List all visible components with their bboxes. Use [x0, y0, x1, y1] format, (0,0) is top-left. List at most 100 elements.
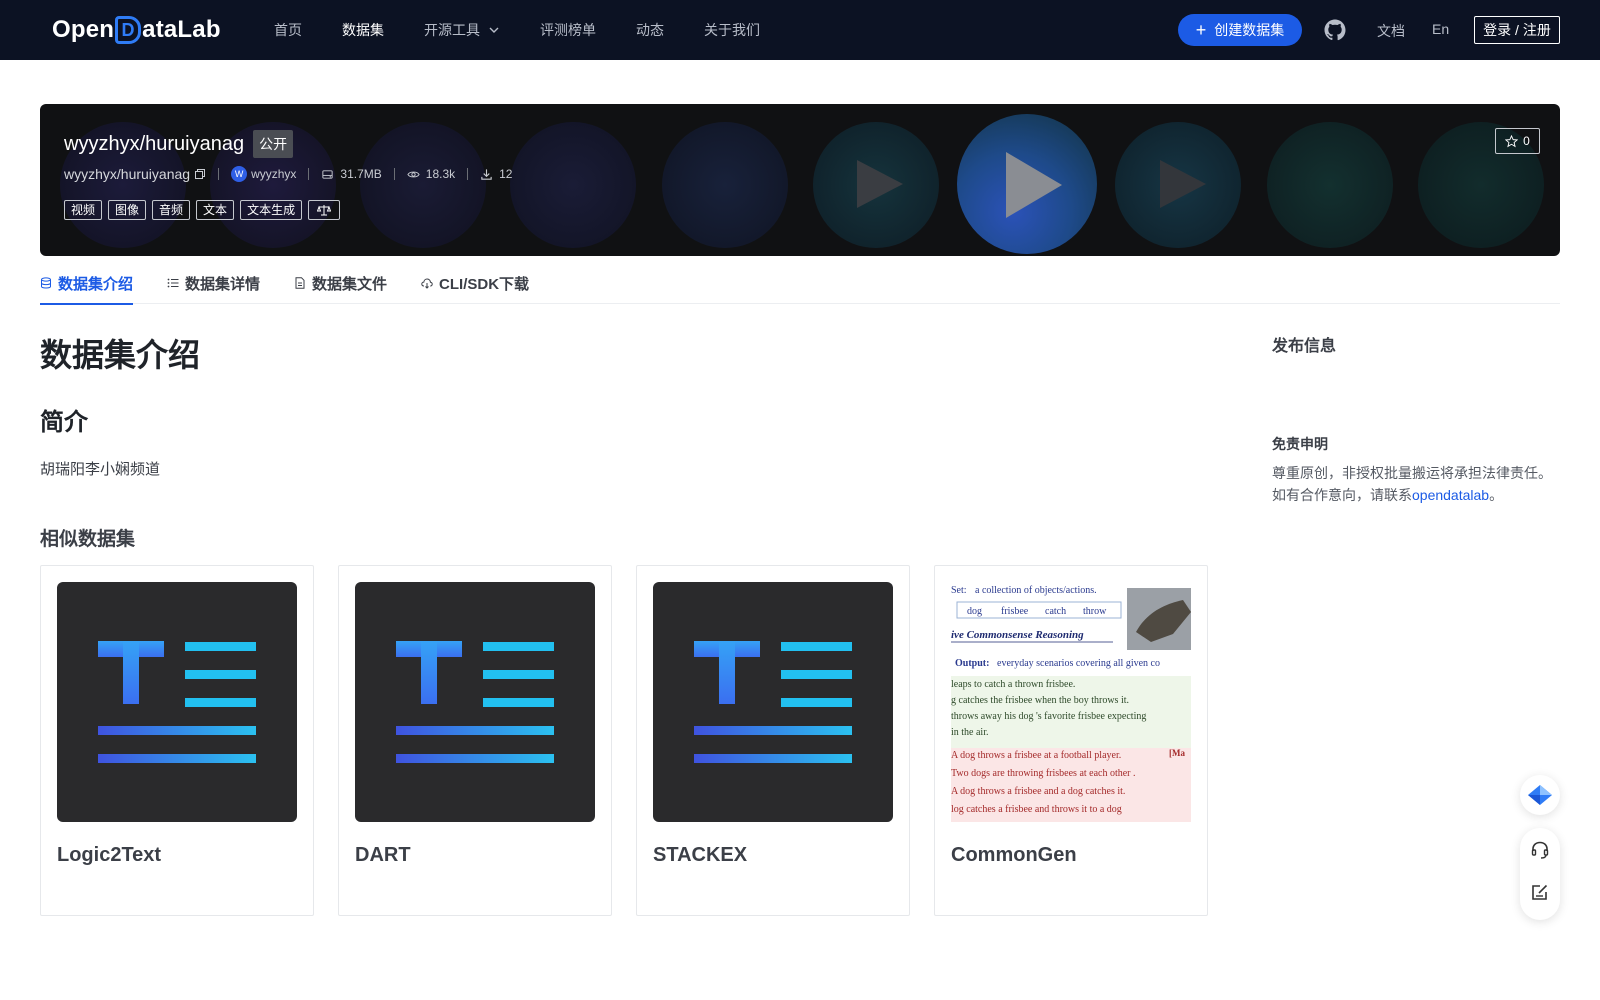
nav-link-datasets[interactable]: 数据集 — [342, 20, 384, 40]
dataset-owner[interactable]: W wyyzhyx — [231, 166, 296, 182]
avatar: W — [231, 166, 248, 182]
play-icon — [857, 160, 903, 208]
create-dataset-button[interactable]: + 创建数据集 — [1178, 14, 1302, 46]
dataset-tags: 视频 图像 音频 文本 文本生成 — [64, 200, 346, 220]
logo-text-open: Open — [52, 16, 115, 43]
meta-divider — [218, 168, 220, 180]
nav-link-leaderboard[interactable]: 评测榜单 — [540, 20, 596, 40]
cg-good-line: g catches the frisbee when the boy throw… — [951, 695, 1129, 706]
tab-details[interactable]: 数据集详情 — [167, 262, 260, 304]
dataset-meta: wyyzhyx/huruiyanag W wyyzhyx 31.7MB 18.3… — [64, 166, 512, 182]
disclaimer-title: 免责申明 — [1272, 436, 1328, 452]
text-dataset-thumbnail — [57, 582, 297, 822]
download-icon — [481, 168, 492, 180]
similar-dataset-name: DART — [355, 844, 411, 866]
similar-dataset-card[interactable]: DART — [338, 565, 612, 916]
dataset-banner: wyyzhyx/huruiyanag 公开 wyyzhyx/huruiyanag… — [40, 104, 1560, 256]
license-tag[interactable] — [308, 200, 341, 220]
cg-good-line: throws away his dog 's favorite frisbee … — [951, 711, 1146, 722]
meta-divider — [467, 168, 469, 180]
text-dataset-icon — [98, 641, 256, 763]
disclaimer-text: 尊重原创，非授权批量搬运将承担法律责任。 如有合作意向，请联系opendatal… — [1272, 462, 1562, 506]
banner-decor-bubble — [662, 122, 788, 248]
dataset-title: wyyzhyx/huruiyanag — [64, 132, 245, 155]
assistant-diamond-icon — [1528, 785, 1552, 805]
dataset-description: 胡瑞阳李小娴频道 — [40, 461, 161, 478]
cg-good-line: leaps to catch a thrown frisbee. — [951, 679, 1075, 690]
banner-decor-bubble — [510, 122, 636, 248]
list-icon — [167, 278, 179, 288]
similar-dataset-name: STACKEX — [653, 844, 748, 866]
login-register-button[interactable]: 登录 / 注册 — [1474, 16, 1560, 44]
star-button[interactable]: 0 — [1495, 128, 1540, 154]
nav-link-news[interactable]: 动态 — [636, 20, 664, 40]
cg-line1-label: Set: — [951, 585, 967, 596]
dataset-views: 18.3k — [407, 167, 455, 181]
nav-link-label: 评测榜单 — [540, 22, 596, 38]
copy-icon[interactable] — [194, 168, 206, 180]
floating-assistant-button[interactable] — [1520, 775, 1560, 815]
file-icon — [295, 277, 305, 289]
nav-link-tools[interactable]: 开源工具 — [424, 20, 500, 40]
cg-chip: catch — [1045, 606, 1066, 617]
similar-dataset-name: CommonGen — [951, 844, 1077, 866]
tag-audio[interactable]: 音频 — [152, 200, 191, 220]
cg-output-label: Output: — [955, 658, 989, 669]
floating-tool-group — [1520, 828, 1560, 920]
star-count: 0 — [1523, 134, 1530, 148]
cg-bad-line: A dog throws a frisbee and a dog catches… — [951, 786, 1125, 797]
meta-divider — [308, 168, 310, 180]
views-value: 18.3k — [425, 167, 456, 181]
tag-text-generation[interactable]: 文本生成 — [240, 200, 303, 220]
create-dataset-label: 创建数据集 — [1214, 22, 1285, 38]
nav-link-label: 动态 — [636, 22, 664, 38]
language-switch[interactable]: En — [1432, 21, 1449, 37]
top-nav: Open D ataLab 首页 数据集 开源工具 评测榜单 动态 关于我们 +… — [0, 0, 1600, 60]
tab-cli-sdk[interactable]: CLI/SDK下载 — [421, 262, 529, 304]
logo-text-datalab: ataLab — [142, 16, 221, 43]
release-info-title: 发布信息 — [1272, 338, 1337, 355]
text-dataset-icon — [396, 641, 554, 763]
tab-files[interactable]: 数据集文件 — [294, 262, 387, 304]
tab-label: CLI/SDK下载 — [439, 275, 530, 293]
opendatalab-contact-link[interactable]: opendatalab — [1412, 487, 1489, 503]
nav-docs-link[interactable]: 文档 — [1377, 21, 1405, 41]
banner-decor-bubble — [360, 122, 486, 248]
star-icon — [1505, 134, 1519, 147]
nav-link-label: 关于我们 — [704, 22, 760, 38]
tab-introduction[interactable]: 数据集介绍 — [40, 262, 134, 305]
play-icon — [1160, 160, 1206, 208]
dataset-downloads: 12 — [480, 167, 512, 181]
cg-line1-text: a collection of objects/actions. — [975, 585, 1097, 596]
opendatalab-logo[interactable]: Open D ataLab — [52, 14, 221, 46]
banner-decor-bubble — [1267, 122, 1393, 248]
tab-label: 数据集介绍 — [58, 275, 134, 293]
nav-link-about[interactable]: 关于我们 — [704, 20, 760, 40]
nav-link-label: 开源工具 — [424, 22, 480, 38]
feedback-edit-icon[interactable] — [1530, 882, 1550, 902]
cg-chip: dog — [967, 606, 982, 617]
cg-bad-line: Two dogs are throwing frisbees at each o… — [951, 768, 1136, 779]
disclaimer-suffix: 。 — [1489, 487, 1504, 503]
dataset-title-row: wyyzhyx/huruiyanag 公开 — [64, 130, 294, 158]
dataset-path-item: wyyzhyx/huruiyanag — [64, 166, 206, 182]
tag-text[interactable]: 文本 — [196, 200, 235, 220]
similar-dataset-card[interactable]: STACKEX — [636, 565, 910, 916]
nav-link-label: 首页 — [274, 22, 302, 38]
similar-dataset-card[interactable]: Logic2Text — [40, 565, 314, 916]
dataset-tabs: 数据集介绍 数据集详情 数据集文件 CLI/SDK下载 — [40, 262, 1560, 305]
nav-link-home[interactable]: 首页 — [274, 20, 302, 40]
storage-icon — [322, 169, 334, 179]
tag-image[interactable]: 图像 — [108, 200, 147, 220]
github-icon[interactable] — [1323, 18, 1347, 42]
cg-bad-marker: [Ma — [1169, 748, 1185, 758]
cg-heading: ive Commonsense Reasoning — [951, 629, 1084, 641]
tab-label: 数据集详情 — [185, 275, 261, 293]
similar-dataset-card[interactable]: Set: a collection of objects/actions. do… — [934, 565, 1208, 916]
disclaimer-line: 如有合作意向，请联系opendatalab。 — [1272, 484, 1562, 506]
size-value: 31.7MB — [340, 167, 382, 181]
database-icon — [41, 277, 51, 289]
tag-video[interactable]: 视频 — [64, 200, 103, 220]
headset-icon[interactable] — [1530, 840, 1550, 860]
nav-link-label: 数据集 — [342, 22, 384, 38]
